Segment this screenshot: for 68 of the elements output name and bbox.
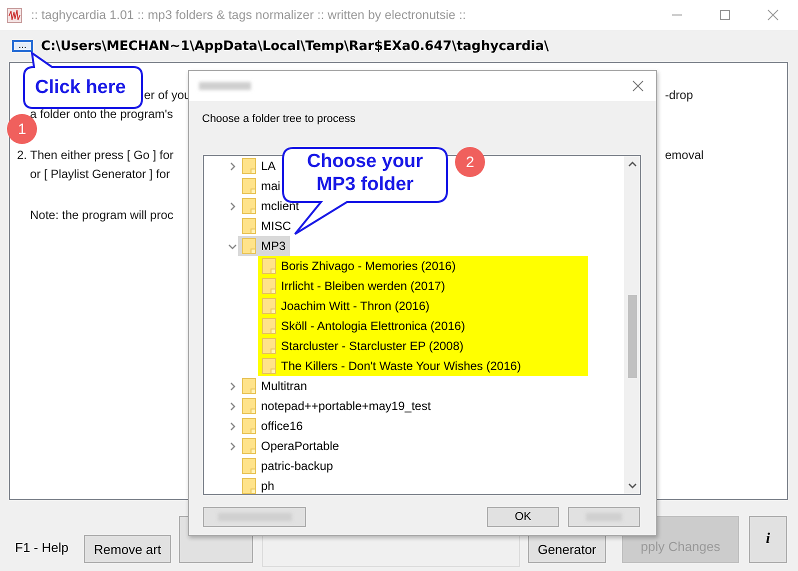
folder-icon: [242, 198, 256, 214]
tree-item[interactable]: mai: [238, 176, 284, 196]
tree-item[interactable]: mclient: [238, 196, 304, 216]
tree-item[interactable]: ph: [238, 476, 278, 494]
instruction-text: or [ Playlist Generator ] for: [30, 166, 170, 183]
folder-icon: [242, 158, 256, 174]
instruction-text: -drop: [665, 87, 694, 104]
tree-item[interactable]: Sköll - Antologia Elettronica (2016): [258, 316, 470, 336]
instruction-text: 2. Then either press [ Go ] for: [17, 147, 174, 164]
folder-icon: [242, 238, 256, 254]
callout-text: Click here: [35, 76, 126, 99]
tree-item[interactable]: Multitran: [238, 376, 312, 396]
folder-tree[interactable]: [203, 155, 641, 495]
browse-button[interactable]: ...: [12, 40, 33, 52]
instruction-text: Note: the program will proc: [30, 207, 174, 224]
tree-item[interactable]: The Killers - Don't Waste Your Wishes (2016): [258, 356, 525, 376]
folder-icon: [262, 258, 276, 274]
folder-icon: [262, 298, 276, 314]
scrollbar[interactable]: [624, 156, 640, 494]
tree-item[interactable]: Irrlicht - Bleiben werden (2017): [258, 276, 450, 296]
folder-icon: [242, 218, 256, 234]
folder-path: C:\Users\MECHAN~1\AppData\Local\Temp\Rar$EXa0.647\taghycardia\: [41, 38, 549, 54]
tree-item[interactable]: MP3: [238, 236, 290, 256]
tree-item[interactable]: office16: [238, 416, 307, 436]
window-title: :: taghycardia 1.01 :: mp3 folders & tags normalizer :: written by electronutsie ::: [31, 8, 466, 22]
folder-icon: [242, 378, 256, 394]
chevron-right-icon[interactable]: [228, 422, 236, 430]
tree-item[interactable]: MISC: [238, 216, 295, 236]
info-button[interactable]: i: [749, 516, 787, 563]
chevron-down-icon[interactable]: [228, 242, 236, 250]
folder-icon: [262, 278, 276, 294]
callout-text: Choose your MP3 folder: [306, 150, 424, 196]
ok-button[interactable]: OK: [487, 507, 559, 527]
folder-icon: [242, 438, 256, 454]
folder-icon: [242, 458, 256, 474]
scroll-thumb[interactable]: [628, 295, 636, 378]
chevron-right-icon[interactable]: [228, 202, 236, 210]
maximize-icon[interactable]: [719, 9, 731, 21]
folder-icon: [242, 398, 256, 414]
chevron-right-icon[interactable]: [228, 382, 236, 390]
folder-icon: [262, 338, 276, 354]
folder-icon: [262, 318, 276, 334]
tree-item[interactable]: patric-backup: [238, 456, 338, 476]
chevron-right-icon[interactable]: [228, 402, 236, 410]
folder-icon: [262, 358, 276, 374]
folder-icon: [242, 418, 256, 434]
tree-item[interactable]: Boris Zhivago - Memories (2016): [258, 256, 460, 276]
tree-item[interactable]: OperaPortable: [238, 436, 344, 456]
tree-item[interactable]: notepad++portable+may19_test: [238, 396, 435, 416]
app-icon: [7, 8, 22, 22]
folder-icon: [242, 478, 256, 494]
close-icon[interactable]: [767, 9, 779, 21]
tree-item[interactable]: Joachim Witt - Thron (2016): [258, 296, 434, 316]
chevron-right-icon[interactable]: [228, 162, 236, 170]
help-hint: F1 - Help: [15, 540, 68, 555]
chevron-right-icon[interactable]: [228, 442, 236, 450]
tree-item[interactable]: Starcluster - Starcluster EP (2008): [258, 336, 468, 356]
scroll-down-icon[interactable]: [628, 483, 636, 489]
scroll-up-icon[interactable]: [628, 161, 636, 167]
tree-item[interactable]: LA: [238, 156, 280, 176]
remove-art-button[interactable]: Remove art: [84, 535, 171, 563]
blurred-dialog-title: [199, 82, 251, 90]
instruction-text: a folder onto the program's: [30, 106, 174, 123]
folder-icon: [242, 178, 256, 194]
generator-button[interactable]: Generator: [528, 535, 606, 563]
close-icon[interactable]: [632, 80, 644, 92]
instruction-text: emoval: [665, 147, 704, 164]
dialog-prompt: Choose a folder tree to process: [201, 112, 356, 127]
